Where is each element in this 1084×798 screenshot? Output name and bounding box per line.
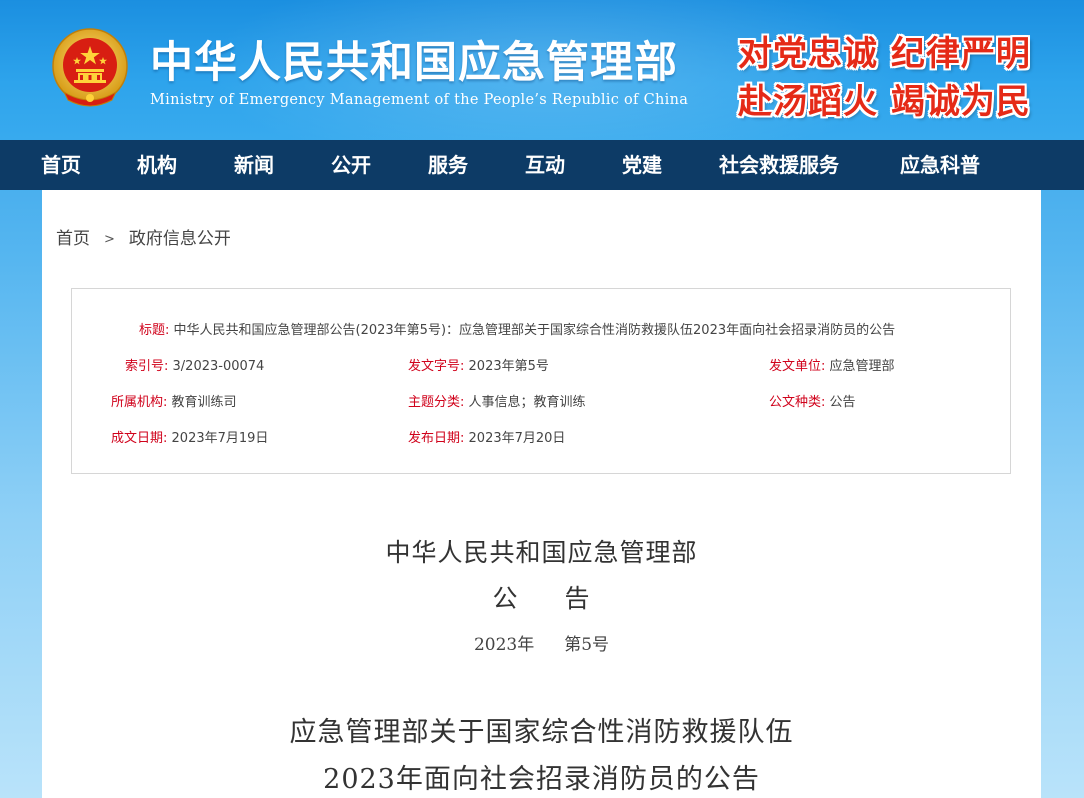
nav-item-interaction[interactable]: 互动 xyxy=(525,140,565,190)
meta-topic-label: 主题分类: xyxy=(408,395,465,410)
meta-written-row: 成文日期: 2023年7月19日 xyxy=(111,427,268,446)
meta-topic-value: 人事信息；教育训练 xyxy=(468,395,586,410)
meta-published-label: 发布日期: xyxy=(408,431,465,446)
meta-type-row: 公文种类: 公告 xyxy=(769,391,856,410)
site-title[interactable]: 中华人民共和国应急管理部 xyxy=(150,28,678,90)
meta-written-value: 2023年7月19日 xyxy=(171,431,269,446)
main-nav: 首页 机构 新闻 公开 服务 互动 党建 社会救援服务 应急科普 xyxy=(0,140,1084,190)
meta-issuer-value: 应急管理部 xyxy=(829,359,895,374)
document-number: 2023年 第5号 xyxy=(42,630,1041,655)
meta-org-row: 所属机构: 教育训练司 xyxy=(111,391,237,410)
nav-item-organization[interactable]: 机构 xyxy=(137,140,177,190)
document-year: 2023年 xyxy=(473,635,535,655)
meta-docno-value: 2023年第5号 xyxy=(468,359,549,374)
national-emblem-icon[interactable] xyxy=(50,28,130,110)
document-kind: 公告 xyxy=(42,579,1041,615)
nav-item-party[interactable]: 党建 xyxy=(622,140,662,190)
slogan-line-2: 赴汤蹈火 竭诚为民 xyxy=(738,82,1031,122)
meta-title-label: 标题: xyxy=(139,323,170,338)
nav-item-services[interactable]: 服务 xyxy=(428,140,468,190)
document-title-line-1: 应急管理部关于国家综合性消防救援队伍 xyxy=(289,717,794,748)
document-metadata: 标题: 中华人民共和国应急管理部公告(2023年第5号)：应急管理部关于国家综合… xyxy=(71,288,1011,474)
site-header: 中华人民共和国应急管理部 Ministry of Emergency Manag… xyxy=(0,0,1084,140)
breadcrumb: 首页 > 政府信息公开 xyxy=(56,224,231,249)
breadcrumb-separator: > xyxy=(104,232,115,247)
meta-title-row: 标题: 中华人民共和国应急管理部公告(2023年第5号)：应急管理部关于国家综合… xyxy=(139,319,895,338)
slogan-line-1: 对党忠诚 纪律严明 xyxy=(738,34,1031,74)
content-panel: 首页 > 政府信息公开 标题: 中华人民共和国应急管理部公告(2023年第5号)：应… xyxy=(42,190,1041,798)
meta-written-label: 成文日期: xyxy=(111,431,168,446)
meta-type-label: 公文种类: xyxy=(769,395,826,410)
meta-published-value: 2023年7月20日 xyxy=(468,431,566,446)
meta-org-label: 所属机构: xyxy=(111,395,168,410)
meta-index-label: 索引号: xyxy=(125,359,169,374)
document-title-line-2: 2023年面向社会招录消防员的公告 xyxy=(323,764,760,795)
document-kind-char-2: 告 xyxy=(564,584,591,613)
meta-index-value: 3/2023-00074 xyxy=(172,359,265,374)
nav-item-rescue-services[interactable]: 社会救援服务 xyxy=(719,140,839,190)
nav-item-news[interactable]: 新闻 xyxy=(234,140,274,190)
breadcrumb-current[interactable]: 政府信息公开 xyxy=(129,229,231,249)
meta-docno-row: 发文字号: 2023年第5号 xyxy=(408,355,549,374)
meta-index-row: 索引号: 3/2023-00074 xyxy=(125,355,264,374)
document-kind-char-1: 公 xyxy=(492,584,519,613)
nav-item-disclosure[interactable]: 公开 xyxy=(331,140,371,190)
meta-title-value: 中华人民共和国应急管理部公告(2023年第5号)：应急管理部关于国家综合性消防救… xyxy=(173,323,896,338)
site-subtitle: Ministry of Emergency Management of the … xyxy=(150,92,689,108)
meta-topic-row: 主题分类: 人事信息；教育训练 xyxy=(408,391,586,410)
meta-issuer-row: 发文单位: 应急管理部 xyxy=(769,355,895,374)
meta-type-value: 公告 xyxy=(829,395,856,410)
meta-published-row: 发布日期: 2023年7月20日 xyxy=(408,427,565,446)
nav-item-home[interactable]: 首页 xyxy=(41,140,81,190)
meta-issuer-label: 发文单位: xyxy=(769,359,826,374)
document-issuing-organization: 中华人民共和国应急管理部 xyxy=(385,538,698,567)
meta-docno-label: 发文字号: xyxy=(408,359,465,374)
document-serial: 第5号 xyxy=(564,635,610,655)
meta-org-value: 教育训练司 xyxy=(171,395,237,410)
nav-item-science[interactable]: 应急科普 xyxy=(900,140,980,190)
breadcrumb-home[interactable]: 首页 xyxy=(56,229,90,249)
